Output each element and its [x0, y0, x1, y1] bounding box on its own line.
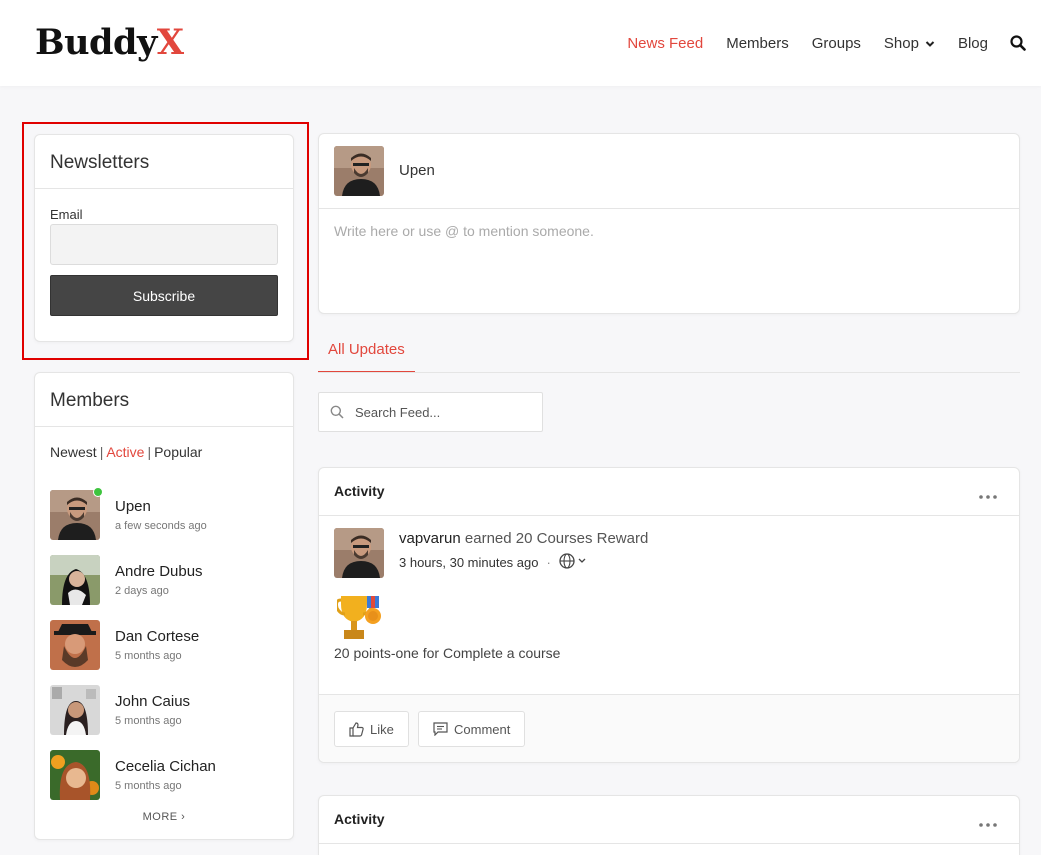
activity-header: Activity — [319, 468, 1019, 516]
member-item: Upen a few seconds ago — [50, 487, 280, 542]
newsletter-widget: Newsletters Email Subscribe — [34, 134, 294, 342]
globe-icon[interactable] — [559, 553, 587, 572]
subscribe-button[interactable]: Subscribe — [50, 275, 278, 316]
thumbs-up-icon — [349, 721, 364, 737]
filter-separator: | — [147, 444, 152, 460]
nav-shop-label: Shop — [883, 34, 919, 52]
activity-tabs: All Updates — [318, 333, 1020, 373]
logo-accent-text: X — [156, 22, 184, 63]
chevron-down-icon[interactable] — [925, 35, 935, 52]
member-item: Andre Dubus 2 days ago — [50, 555, 280, 607]
email-label: Email — [50, 207, 83, 222]
activity-title: Activity — [334, 811, 385, 827]
meta-separator: · — [546, 555, 551, 570]
email-field[interactable] — [50, 224, 278, 265]
member-last-active: a few seconds ago — [115, 520, 207, 532]
member-item: Dan Cortese 5 months ago — [50, 620, 280, 672]
member-name[interactable]: Andre Dubus — [115, 563, 203, 580]
member-filter: Newest | Active | Popular — [50, 444, 202, 460]
filter-popular[interactable]: Popular — [154, 444, 202, 460]
tab-all-updates[interactable]: All Updates — [318, 333, 415, 372]
main-nav: News Feed Members Groups Shop Blog — [604, 0, 1041, 86]
member-last-active: 5 months ago — [115, 780, 182, 792]
like-button[interactable]: Like — [334, 711, 409, 747]
like-label: Like — [370, 721, 394, 737]
avatar[interactable] — [50, 750, 100, 800]
post-input[interactable]: Write here or use @ to mention someone. — [334, 223, 594, 239]
member-item: Cecelia Cichan 5 months ago — [50, 750, 280, 802]
member-last-active: 5 months ago — [115, 650, 182, 662]
activity-card: Activity — [318, 795, 1020, 855]
avatar[interactable] — [50, 490, 100, 540]
post-form-header: Upen — [319, 134, 1019, 209]
activity-user-link[interactable]: vapvarun — [399, 530, 461, 547]
members-widget: Members Newest | Active | Popular Upen a few… — [34, 372, 294, 840]
filter-active[interactable]: Active — [106, 444, 144, 460]
member-item: John Caius 5 months ago — [50, 685, 280, 737]
post-form: Upen Write here or use @ to mention some… — [318, 133, 1020, 314]
activity-action: vapvarun earned 20 Courses Reward — [399, 530, 648, 547]
feed-search-input[interactable]: Search Feed... — [318, 392, 543, 432]
activity-footer: Like Comment — [319, 694, 1019, 762]
nav-members[interactable]: Members — [726, 35, 789, 52]
avatar[interactable] — [334, 146, 384, 196]
activity-title: Activity — [334, 483, 385, 499]
nav-shop[interactable]: Shop — [884, 35, 935, 52]
site-logo[interactable]: BuddyX — [35, 22, 184, 63]
more-options-icon[interactable] — [979, 814, 997, 832]
avatar[interactable] — [334, 528, 384, 578]
member-name[interactable]: John Caius — [115, 693, 190, 710]
post-author-name: Upen — [399, 162, 435, 179]
member-last-active: 2 days ago — [115, 585, 169, 597]
activity-header: Activity — [319, 796, 1019, 844]
activity-action-text: earned 20 Courses Reward — [460, 530, 649, 547]
activity-meta: 3 hours, 30 minutes ago · — [399, 553, 587, 572]
search-icon[interactable] — [1010, 35, 1026, 51]
site-header: BuddyX News Feed Members Groups Shop Blo… — [0, 0, 1041, 86]
members-title: Members — [35, 373, 293, 427]
member-name[interactable]: Cecelia Cichan — [115, 758, 216, 775]
comment-button[interactable]: Comment — [418, 711, 526, 747]
nav-blog[interactable]: Blog — [958, 35, 988, 52]
avatar[interactable] — [50, 620, 100, 670]
search-icon — [330, 405, 344, 424]
activity-timestamp[interactable]: 3 hours, 30 minutes ago — [399, 555, 538, 570]
filter-newest[interactable]: Newest — [50, 444, 97, 460]
comment-icon — [433, 722, 448, 736]
logo-main-text: Buddy — [35, 22, 157, 63]
activity-content: 20 points-one for Complete a course — [334, 645, 561, 661]
member-name[interactable]: Upen — [115, 498, 151, 515]
more-options-icon[interactable] — [979, 486, 997, 504]
member-last-active: 5 months ago — [115, 715, 182, 727]
newsletter-title: Newsletters — [35, 135, 293, 189]
activity-card: Activity vapvarun earned 20 Courses Rewa… — [318, 467, 1020, 763]
avatar[interactable] — [50, 555, 100, 605]
members-more-link[interactable]: MORE › — [35, 811, 293, 823]
filter-separator: | — [99, 444, 104, 460]
nav-groups[interactable]: Groups — [812, 35, 861, 52]
comment-label: Comment — [454, 721, 511, 737]
member-name[interactable]: Dan Cortese — [115, 628, 199, 645]
online-indicator — [93, 487, 103, 497]
avatar[interactable] — [50, 685, 100, 735]
nav-news-feed[interactable]: News Feed — [627, 35, 703, 52]
trophy-icon — [335, 592, 383, 649]
feed-search-placeholder: Search Feed... — [355, 405, 441, 420]
